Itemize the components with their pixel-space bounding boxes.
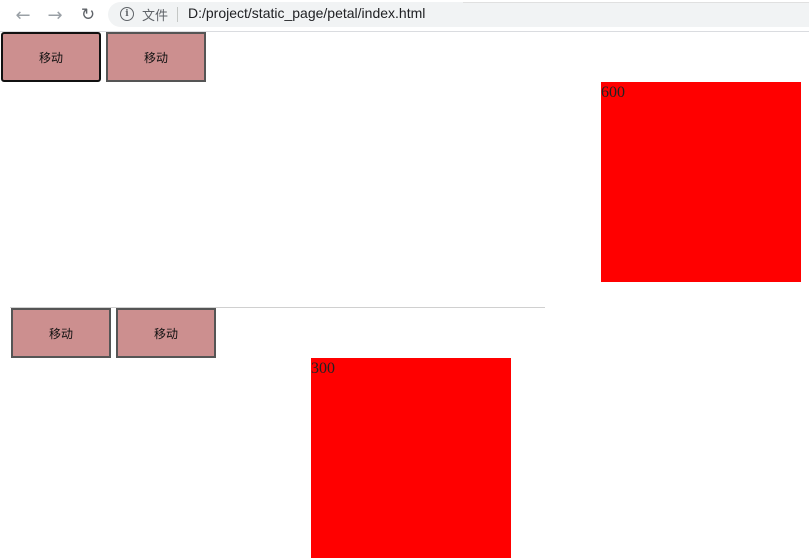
url-text[interactable]: D:/project/static_page/petal/index.html	[188, 5, 425, 21]
red-box-top: 600	[601, 82, 801, 282]
move-button-1[interactable]: 移动	[1, 32, 101, 82]
box-value-label: 600	[601, 84, 625, 101]
address-bar-extension	[463, 2, 809, 27]
file-label: 文件	[142, 9, 169, 24]
move-button-3[interactable]: 移动	[11, 308, 111, 358]
box-value-label: 300	[311, 360, 335, 377]
move-button-4[interactable]: 移动	[116, 308, 216, 358]
address-separator	[177, 7, 178, 22]
browser-toolbar: ← → ↻ i 文件 D:/project/static_page/petal/…	[0, 0, 809, 32]
address-bar[interactable]: i 文件 D:/project/static_page/petal/index.…	[108, 2, 463, 27]
forward-arrow-icon[interactable]: →	[43, 4, 67, 26]
move-button-2[interactable]: 移动	[106, 32, 206, 82]
reload-icon[interactable]: ↻	[76, 4, 100, 26]
info-icon[interactable]: i	[120, 7, 134, 21]
back-arrow-icon[interactable]: ←	[11, 4, 35, 26]
red-box-bottom: 300	[311, 358, 511, 558]
